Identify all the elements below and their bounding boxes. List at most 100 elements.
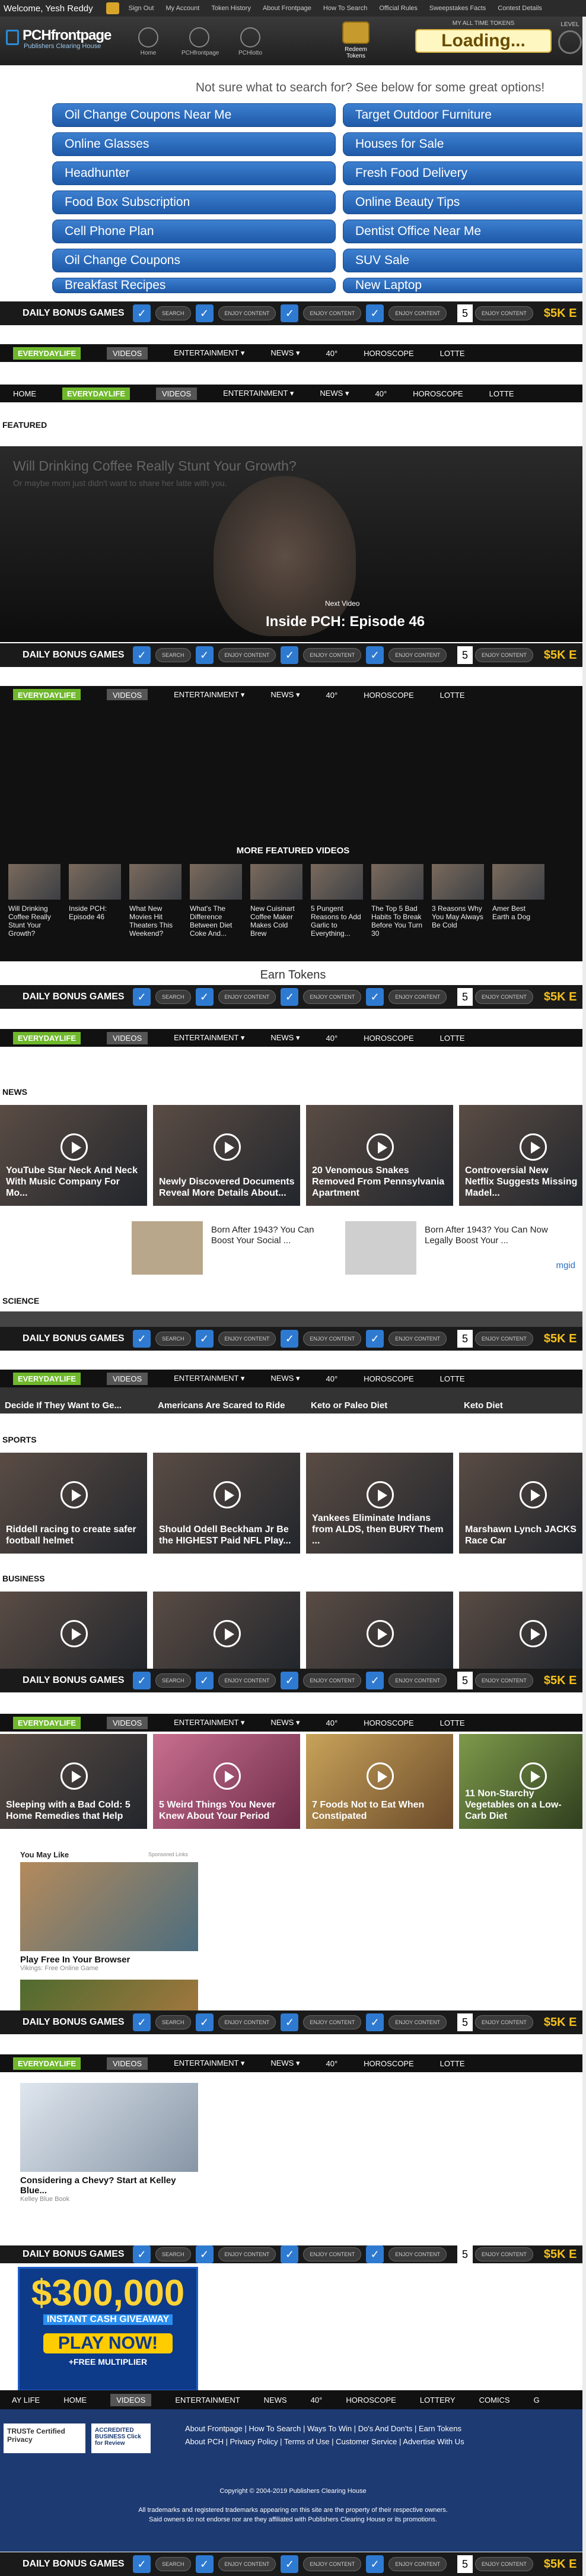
everyday-life-tab[interactable]: EVERYDAYLIFE	[62, 387, 130, 400]
entertainment-tab[interactable]: ENTERTAINMENT ▾	[174, 348, 244, 358]
horoscope-tab[interactable]: HOROSCOPE	[364, 1034, 414, 1043]
videos-tab[interactable]: VIDEOS	[107, 347, 148, 360]
trophy-icon[interactable]	[106, 2, 119, 14]
suggestion-button[interactable]: Dentist Office Near Me	[343, 220, 586, 243]
content-pill[interactable]: ENJOY CONTENT	[303, 306, 362, 320]
my-account-link[interactable]: My Account	[165, 5, 199, 12]
content-pill[interactable]: ENJOY CONTENT	[475, 1673, 533, 1688]
horoscope-tab[interactable]: HOROSCOPE	[364, 349, 414, 358]
token-history-link[interactable]: Token History	[211, 5, 251, 12]
news-tab[interactable]: NEWS ▾	[270, 690, 300, 700]
news-card[interactable]: YouTube Star Neck And Neck With Music Co…	[0, 1105, 147, 1206]
content-pill[interactable]: ENJOY CONTENT	[388, 2557, 447, 2571]
footer-nav-item[interactable]: AY LIFE	[12, 2396, 40, 2405]
bbb-badge[interactable]: ACCREDITED BUSINESS Click for Review	[91, 2423, 151, 2453]
featured-video-player[interactable]: Will Drinking Coffee Really Stunt Your G…	[0, 446, 586, 642]
news-card[interactable]: Controversial New Netflix Suggests Missi…	[459, 1105, 582, 1206]
science-card-title[interactable]: Decide If They Want to Ge...	[5, 1400, 122, 1411]
entertainment-tab[interactable]: ENTERTAINMENT ▾	[174, 2059, 244, 2068]
weather-tab[interactable]: 40°	[326, 2059, 337, 2068]
video-thumb[interactable]: Inside PCH: Episode 46	[69, 864, 121, 938]
native-ad[interactable]: Born After 1943? You Can Now Legally Boo…	[345, 1221, 582, 1278]
news-tab[interactable]: NEWS ▾	[320, 389, 349, 398]
health-card[interactable]: 5 Weird Things You Never Knew About Your…	[153, 1734, 300, 1829]
redeem-tokens-button[interactable]: Redeem Tokens	[336, 21, 376, 61]
content-pill[interactable]: ENJOY CONTENT	[475, 990, 533, 1004]
sports-card[interactable]: Riddell racing to create safer football …	[0, 1453, 147, 1554]
page-scrollbar[interactable]	[582, 17, 586, 2576]
play-now-button[interactable]: PLAY NOW!	[43, 2333, 173, 2353]
video-thumb[interactable]: What's The Difference Between Diet Coke …	[190, 864, 242, 938]
how-to-search-link[interactable]: How To Search	[323, 5, 367, 12]
horoscope-tab[interactable]: HOROSCOPE	[413, 389, 463, 398]
lottery-tab[interactable]: LOTTE	[489, 389, 514, 398]
sports-card[interactable]: Marshawn Lynch JACKS Race Car	[459, 1453, 582, 1554]
content-pill[interactable]: ENJOY CONTENT	[218, 2015, 276, 2029]
footer-nav-item[interactable]: HOROSCOPE	[346, 2396, 396, 2405]
sign-out-link[interactable]: Sign Out	[129, 5, 154, 12]
weather-tab[interactable]: 40°	[326, 1374, 337, 1383]
next-video-title[interactable]: Inside PCH: Episode 46	[266, 614, 425, 630]
news-tab[interactable]: NEWS ▾	[270, 348, 300, 358]
footer-nav-item[interactable]: 40°	[311, 2396, 323, 2405]
lottery-tab[interactable]: LOTTE	[440, 1034, 465, 1043]
lottery-tab[interactable]: LOTTE	[440, 2059, 465, 2068]
business-card[interactable]	[459, 1592, 582, 1669]
search-pill[interactable]: SEARCH	[155, 648, 191, 662]
videos-tab[interactable]: VIDEOS	[107, 2057, 148, 2070]
horoscope-tab[interactable]: HOROSCOPE	[364, 691, 414, 700]
news-tab[interactable]: NEWS ▾	[270, 1033, 300, 1043]
science-card-title[interactable]: Keto or Paleo Diet	[311, 1400, 387, 1411]
weather-tab[interactable]: 40°	[326, 349, 337, 358]
content-pill[interactable]: ENJOY CONTENT	[388, 2015, 447, 2029]
news-tab[interactable]: NEWS ▾	[270, 1374, 300, 1383]
science-card-title[interactable]: Americans Are Scared to Ride	[158, 1400, 285, 1411]
horoscope-tab[interactable]: HOROSCOPE	[364, 2059, 414, 2068]
weather-tab[interactable]: 40°	[326, 1719, 337, 1727]
suggestion-button[interactable]: Online Beauty Tips	[343, 190, 586, 214]
search-pill[interactable]: SEARCH	[155, 2557, 191, 2571]
video-thumb[interactable]: The Top 5 Bad Habits To Break Before You…	[371, 864, 423, 938]
footer-nav-item[interactable]: HOME	[63, 2396, 87, 2405]
sweepstakes-facts-link[interactable]: Sweepstakes Facts	[429, 5, 486, 12]
weather-tab[interactable]: 40°	[326, 691, 337, 700]
footer-nav-item[interactable]: G	[534, 2396, 540, 2405]
everyday-life-tab[interactable]: EVERYDAYLIFE	[13, 1372, 81, 1385]
entertainment-tab[interactable]: ENTERTAINMENT ▾	[174, 1718, 244, 1727]
mgid-badge[interactable]: mgid	[556, 1260, 575, 1271]
lotto-nav[interactable]: PCHlotto	[233, 27, 268, 56]
videos-tab[interactable]: VIDEOS	[107, 1716, 148, 1729]
pch-logo[interactable]: PCHfrontpage Publishers Clearing House	[6, 26, 113, 50]
lottery-tab[interactable]: LOTTE	[440, 349, 465, 358]
everyday-life-tab[interactable]: EVERYDAYLIFE	[13, 688, 81, 701]
content-pill[interactable]: ENJOY CONTENT	[218, 990, 276, 1004]
footer-nav-item[interactable]: LOTTERY	[420, 2396, 456, 2405]
everyday-life-tab[interactable]: EVERYDAYLIFE	[13, 347, 81, 360]
weather-tab[interactable]: 40°	[326, 1034, 337, 1043]
videos-tab[interactable]: VIDEOS	[107, 688, 148, 701]
content-pill[interactable]: ENJOY CONTENT	[218, 2247, 276, 2261]
suggestion-button[interactable]: Headhunter	[52, 161, 336, 185]
health-card[interactable]: 7 Foods Not to Eat When Constipated	[306, 1734, 453, 1829]
content-pill[interactable]: ENJOY CONTENT	[303, 1332, 362, 1346]
sponsored-card[interactable]: Considering a Chevy? Start at Kelley Blu…	[20, 2083, 198, 2203]
content-pill[interactable]: ENJOY CONTENT	[475, 2015, 533, 2029]
content-pill[interactable]: ENJOY CONTENT	[475, 2557, 533, 2571]
search-pill[interactable]: SEARCH	[155, 2247, 191, 2261]
content-pill[interactable]: ENJOY CONTENT	[388, 1332, 447, 1346]
content-pill[interactable]: ENJOY CONTENT	[303, 1673, 362, 1688]
business-card[interactable]	[153, 1592, 300, 1669]
videos-tab[interactable]: VIDEOS	[107, 1372, 148, 1385]
frontpage-nav[interactable]: PCHfrontpage	[181, 27, 219, 56]
news-card[interactable]: Newly Discovered Documents Reveal More D…	[153, 1105, 300, 1206]
content-pill[interactable]: ENJOY CONTENT	[303, 2247, 362, 2261]
sports-card[interactable]: Yankees Eliminate Indians from ALDS, the…	[306, 1453, 453, 1554]
footer-links-row[interactable]: About Frontpage | How To Search | Ways T…	[185, 2422, 464, 2435]
suggestion-button[interactable]: Oil Change Coupons Near Me	[52, 103, 336, 127]
content-pill[interactable]: ENJOY CONTENT	[218, 1673, 276, 1688]
videos-tab[interactable]: VIDEOS	[107, 1031, 148, 1044]
suggestion-button[interactable]: Food Box Subscription	[52, 190, 336, 214]
suggestion-button[interactable]: Online Glasses	[52, 132, 336, 156]
entertainment-tab[interactable]: ENTERTAINMENT ▾	[174, 690, 244, 700]
footer-nav-item[interactable]: VIDEOS	[110, 2393, 152, 2406]
